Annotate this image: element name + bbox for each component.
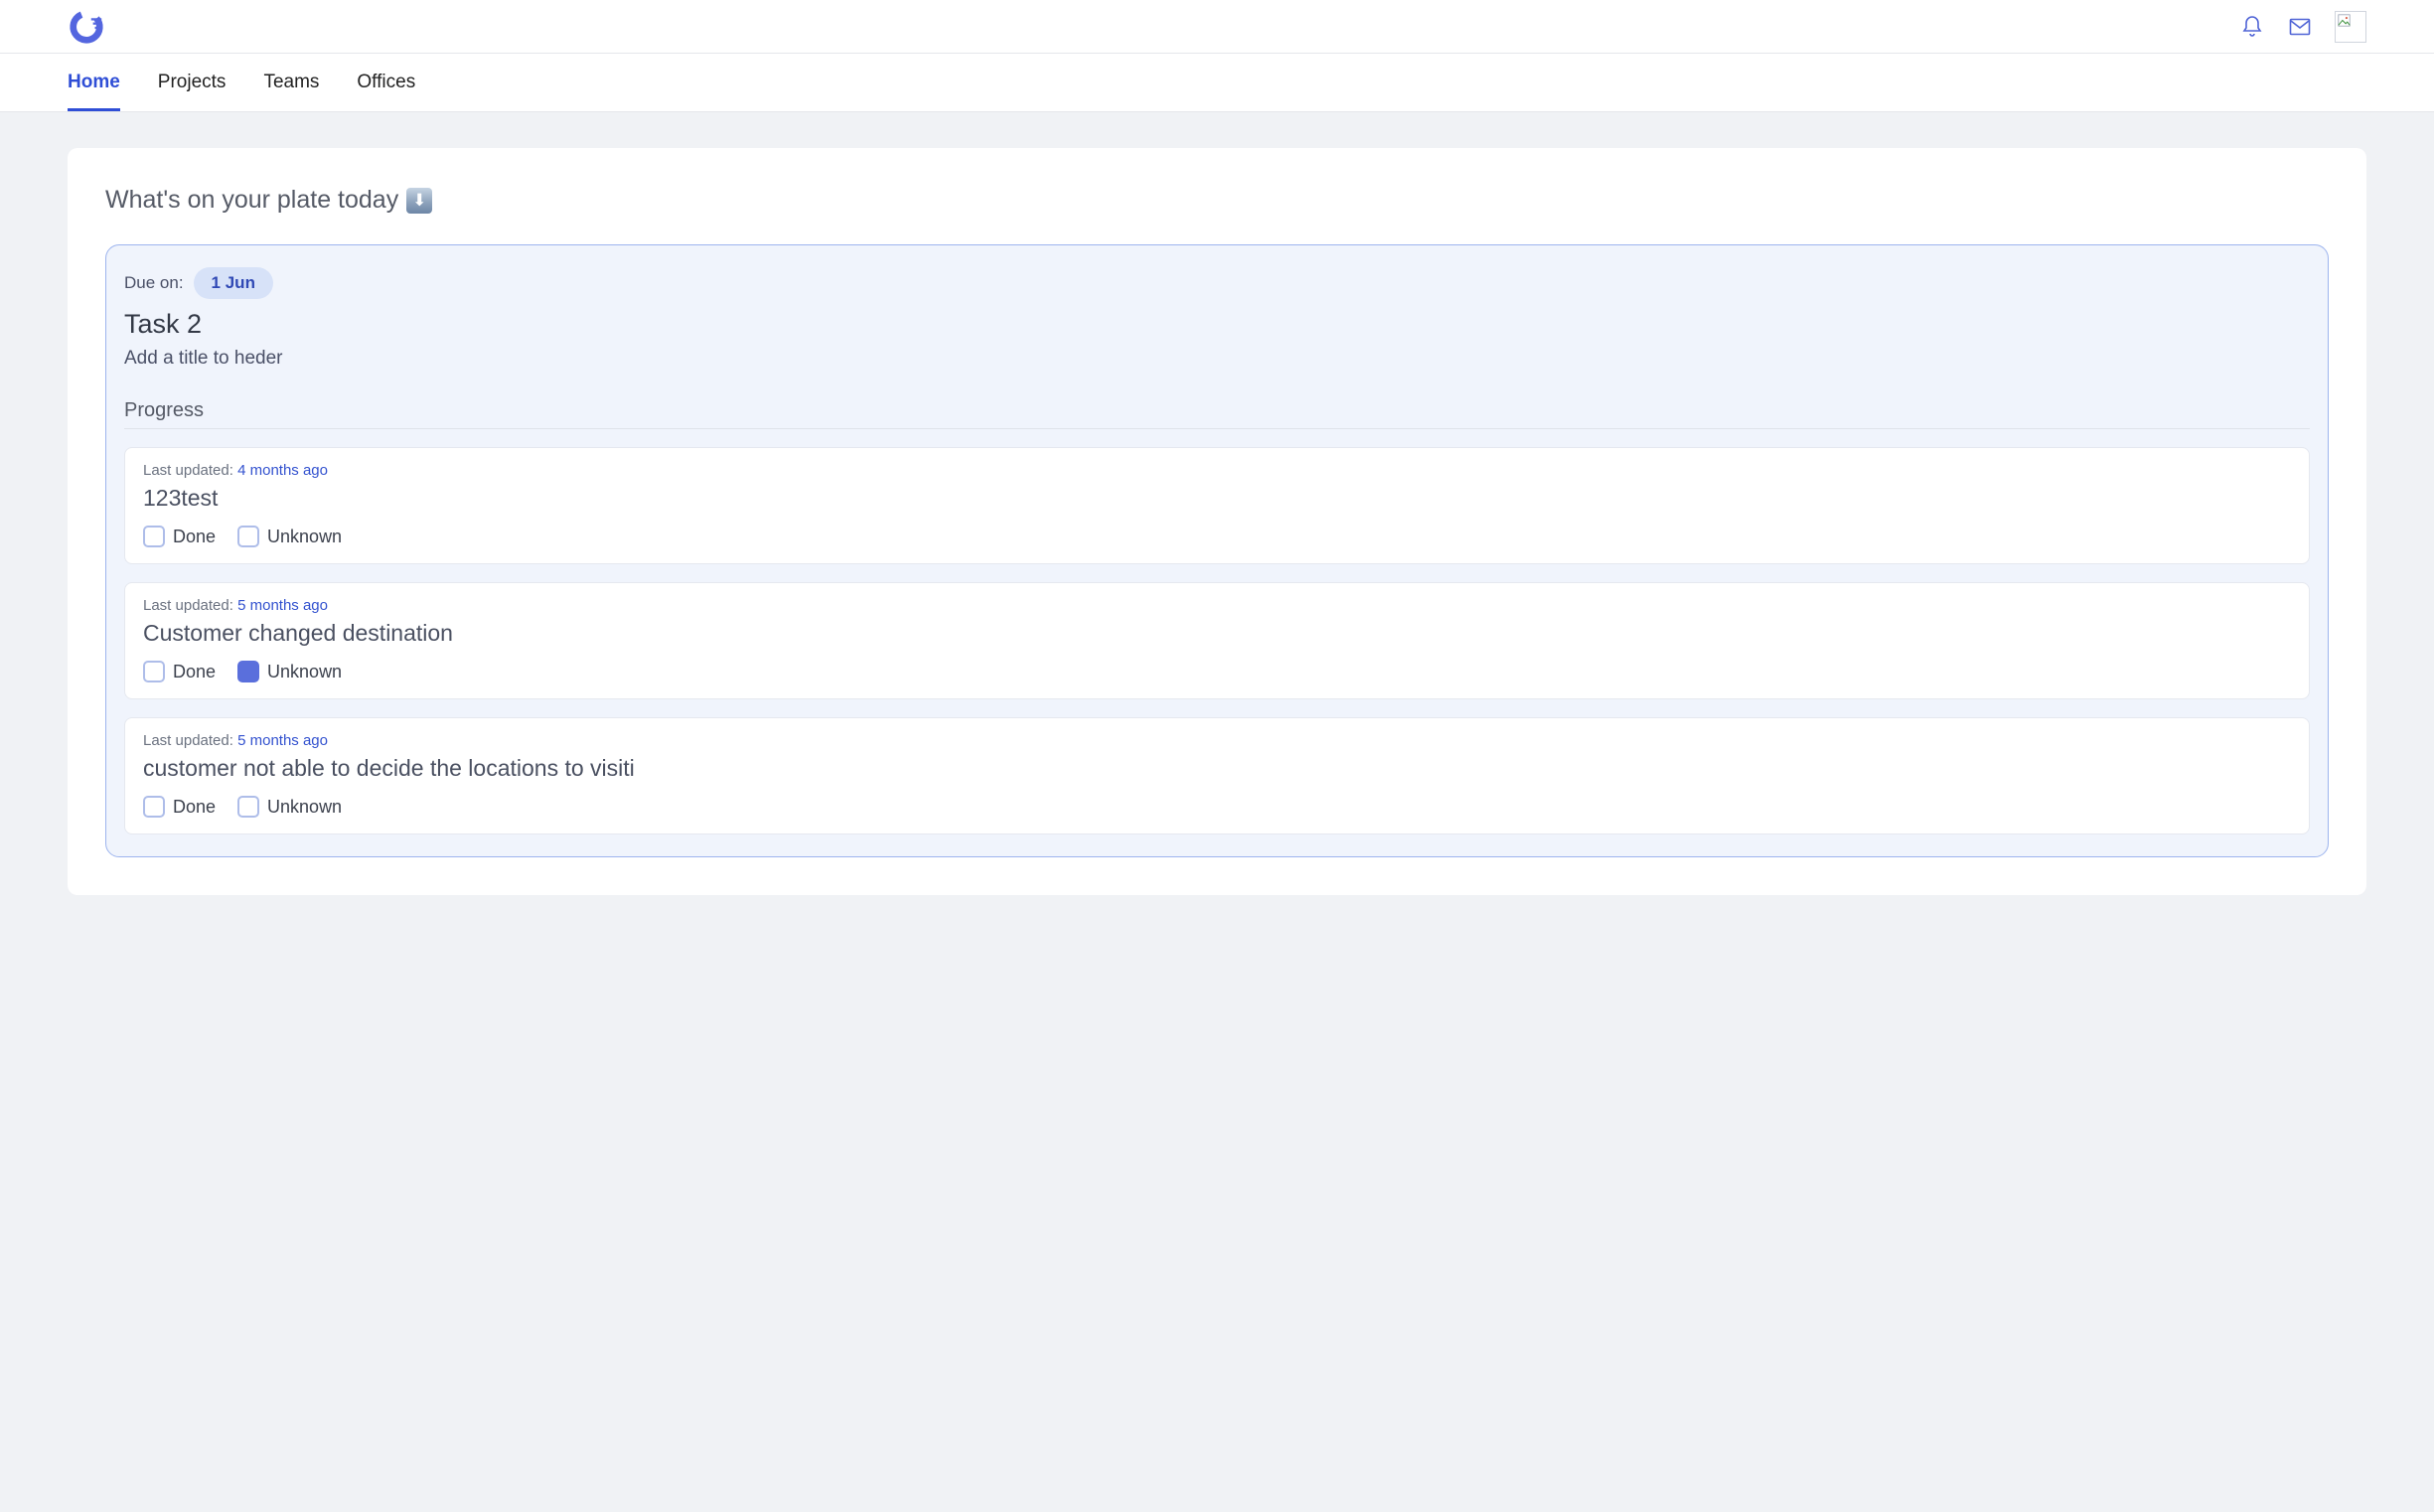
unknown-option[interactable]: Unknown [237, 661, 342, 682]
page-title-text: What's on your plate today [105, 186, 398, 215]
last-updated-label: Last updated: [143, 462, 233, 479]
checkbox[interactable] [143, 661, 165, 682]
progress-options: Done Unknown [143, 526, 2291, 547]
task-title: Task 2 [124, 309, 2310, 340]
last-updated-label: Last updated: [143, 732, 233, 749]
progress-item-title: customer not able to decide the location… [143, 755, 2291, 782]
task-description: Add a title to heder [124, 348, 2310, 370]
last-updated: Last updated: 5 months ago [143, 597, 2291, 614]
checkbox[interactable] [237, 526, 259, 547]
progress-item-title: 123test [143, 485, 2291, 512]
relative-time: 5 months ago [237, 732, 328, 749]
task-due: Due on: 1 Jun [124, 267, 2310, 299]
checkbox[interactable] [143, 526, 165, 547]
page-content: What's on your plate today ⬇ Due on: 1 J… [0, 112, 2434, 931]
nav-item-home[interactable]: Home [68, 55, 120, 110]
nav-item-offices[interactable]: Offices [357, 55, 415, 110]
done-label: Done [173, 797, 216, 818]
app-logo[interactable] [68, 8, 105, 46]
due-badge: 1 Jun [194, 267, 273, 299]
done-option[interactable]: Done [143, 661, 216, 682]
unknown-option[interactable]: Unknown [237, 526, 342, 547]
page-title: What's on your plate today ⬇ [105, 186, 2329, 215]
done-option[interactable]: Done [143, 526, 216, 547]
done-label: Done [173, 662, 216, 682]
unknown-label: Unknown [267, 527, 342, 547]
nav-item-teams[interactable]: Teams [263, 55, 319, 110]
progress-options: Done Unknown [143, 796, 2291, 818]
mail-icon[interactable] [2287, 14, 2313, 40]
progress-item[interactable]: Last updated: 5 months ago customer not … [124, 717, 2310, 834]
main-nav: Home Projects Teams Offices [0, 54, 2434, 112]
notifications-icon[interactable] [2239, 14, 2265, 40]
unknown-label: Unknown [267, 797, 342, 818]
avatar[interactable] [2335, 11, 2366, 43]
progress-options: Done Unknown [143, 661, 2291, 682]
unknown-label: Unknown [267, 662, 342, 682]
progress-item[interactable]: Last updated: 4 months ago 123test Done … [124, 447, 2310, 564]
done-label: Done [173, 527, 216, 547]
task-panel[interactable]: Due on: 1 Jun Task 2 Add a title to hede… [105, 244, 2329, 857]
nav-item-projects[interactable]: Projects [158, 55, 227, 110]
done-option[interactable]: Done [143, 796, 216, 818]
relative-time: 5 months ago [237, 597, 328, 614]
progress-heading: Progress [124, 399, 2310, 429]
last-updated-label: Last updated: [143, 597, 233, 614]
top-actions [2239, 11, 2366, 43]
checkbox[interactable] [237, 661, 259, 682]
last-updated: Last updated: 4 months ago [143, 462, 2291, 479]
last-updated: Last updated: 5 months ago [143, 732, 2291, 749]
checkbox[interactable] [143, 796, 165, 818]
arrow-down-icon: ⬇ [406, 188, 432, 214]
main-card: What's on your plate today ⬇ Due on: 1 J… [68, 148, 2366, 895]
progress-item-title: Customer changed destination [143, 620, 2291, 647]
due-label: Due on: [124, 273, 184, 293]
progress-item[interactable]: Last updated: 5 months ago Customer chan… [124, 582, 2310, 699]
topbar [0, 0, 2434, 54]
relative-time: 4 months ago [237, 462, 328, 479]
checkbox[interactable] [237, 796, 259, 818]
unknown-option[interactable]: Unknown [237, 796, 342, 818]
